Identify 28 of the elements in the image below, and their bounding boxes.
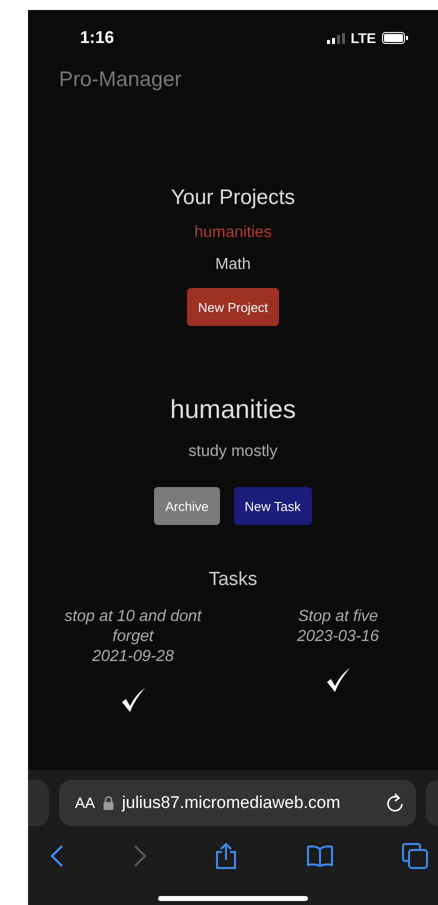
task-date: 2023-03-16 bbox=[297, 627, 379, 647]
section-heading: Your Projects bbox=[170, 186, 296, 210]
checkmark-icon[interactable] bbox=[120, 687, 146, 713]
address-bar[interactable]: AA julius87.micromediaweb.com bbox=[59, 780, 416, 826]
back-icon[interactable] bbox=[50, 844, 64, 868]
book-icon[interactable] bbox=[306, 845, 334, 867]
task-text: Stop at five bbox=[296, 607, 380, 627]
lock-icon bbox=[103, 796, 114, 810]
project-description: study mostly bbox=[188, 443, 278, 461]
share-icon[interactable] bbox=[215, 842, 237, 870]
text-size-button[interactable]: AA bbox=[75, 794, 96, 812]
task-date: 2021-09-28 bbox=[92, 647, 174, 667]
project-link[interactable]: Math bbox=[215, 256, 251, 274]
new-task-button[interactable]: New Task bbox=[234, 487, 312, 525]
archive-button[interactable]: Archive bbox=[154, 487, 220, 525]
checkmark-icon[interactable] bbox=[325, 667, 351, 693]
task-text: stop at 10 and dont forget bbox=[64, 607, 203, 647]
project-title: humanities bbox=[170, 394, 296, 425]
battery-icon bbox=[382, 32, 408, 44]
network-label: LTE bbox=[350, 30, 376, 46]
reload-icon[interactable] bbox=[386, 793, 404, 813]
brand-title[interactable]: Pro-Manager bbox=[28, 50, 438, 92]
new-project-button[interactable]: New Project bbox=[186, 288, 280, 326]
tabs-icon[interactable] bbox=[402, 843, 428, 869]
url-text[interactable]: julius87.micromediaweb.com bbox=[122, 793, 378, 813]
section-heading: Tasks bbox=[208, 569, 258, 591]
signal-icon bbox=[326, 32, 345, 44]
status-time: 1:16 bbox=[80, 28, 114, 48]
